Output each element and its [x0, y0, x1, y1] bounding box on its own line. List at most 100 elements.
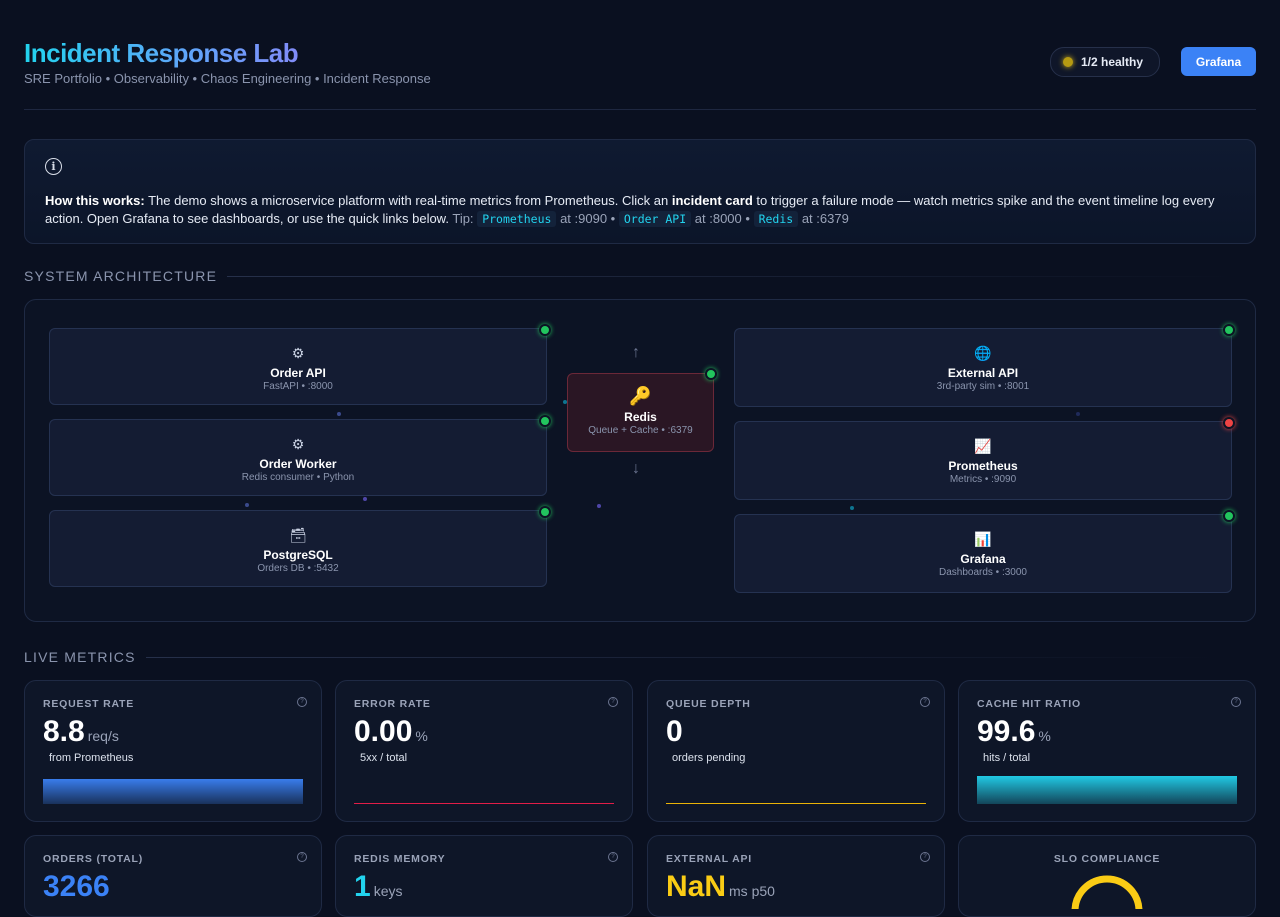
status-dot-grafana — [1223, 510, 1235, 522]
metric-label: REQUEST RATE — [43, 698, 135, 710]
node-name: Redis — [624, 410, 657, 424]
node-external-api[interactable]: 🌐 External API 3rd-party sim • :8001 — [734, 328, 1232, 407]
metric-number: NaN — [666, 870, 727, 903]
metric-card-redis-memory: REDIS MEMORY ? 1 keys — [335, 835, 633, 917]
gear-icon: ⚙ — [291, 346, 305, 362]
particle — [245, 503, 249, 507]
redis-link[interactable]: Redis — [753, 211, 799, 227]
metric-description: 5xx / total — [360, 752, 408, 764]
metric-unit: keys — [373, 883, 403, 899]
slo-gauge — [1071, 875, 1143, 909]
prometheus-port: at :9090 • — [560, 211, 616, 226]
metric-number: 1 — [354, 870, 371, 903]
help-icon[interactable]: ? — [297, 697, 307, 707]
info-tip: Tip: — [452, 211, 474, 226]
node-order-api[interactable]: ⚙ Order API FastAPI • :8000 — [49, 328, 547, 405]
metrics-heading-label: LIVE METRICS — [24, 649, 136, 665]
info-text: How this works: The demo shows a microse… — [45, 192, 1230, 228]
help-icon[interactable]: ? — [920, 697, 930, 707]
metric-card-cache-hit-ratio: CACHE HIT RATIO ? 99.6% hits / total — [958, 680, 1256, 822]
redis-port: at :6379 — [801, 211, 849, 226]
node-prometheus[interactable]: 📈 Prometheus Metrics • :9090 — [734, 421, 1232, 500]
key-icon: 🔑 — [629, 386, 652, 406]
particle — [597, 504, 601, 508]
metric-number: 8.8 — [43, 715, 85, 748]
status-dot-redis — [705, 368, 717, 380]
node-grafana[interactable]: 📊 Grafana Dashboards • :3000 — [734, 514, 1232, 593]
health-status-dot-icon — [1062, 57, 1073, 67]
metric-label: EXTERNAL API — [666, 853, 753, 865]
node-subtitle: 3rd-party sim • :8001 — [936, 381, 1030, 392]
metric-bar — [666, 776, 926, 804]
node-postgresql[interactable]: 🗃 PostgreSQL Orders DB • :5432 — [49, 510, 547, 587]
help-icon[interactable]: ? — [608, 697, 618, 707]
node-subtitle: Orders DB • :5432 — [257, 563, 339, 574]
metric-card-queue-depth: QUEUE DEPTH ? 0 orders pending — [647, 680, 945, 822]
metric-unit: % — [1038, 728, 1051, 744]
metric-description: hits / total — [983, 752, 1031, 764]
info-lead: How this works: — [45, 193, 145, 208]
chart-up-icon: 📈 — [974, 439, 992, 455]
status-dot-prometheus — [1223, 417, 1235, 429]
metric-bar-fill — [666, 803, 926, 804]
metric-value: 99.6% — [977, 715, 1051, 749]
globe-icon: 🌐 — [974, 346, 992, 362]
metric-label: QUEUE DEPTH — [666, 698, 751, 710]
order-api-link[interactable]: Order API — [618, 211, 692, 227]
metric-unit: ms p50 — [729, 883, 775, 899]
health-status-badge[interactable]: 1/2 healthy — [1049, 47, 1160, 77]
slo-gauge-ring — [1071, 875, 1143, 909]
architecture-heading: SYSTEM ARCHITECTURE — [24, 268, 1256, 284]
grafana-button[interactable]: Grafana — [1181, 47, 1256, 76]
status-dot-external-api — [1223, 324, 1235, 336]
particle — [1076, 412, 1080, 416]
metric-bar-fill — [977, 776, 1237, 804]
metric-card-request-rate: REQUEST RATE ? 8.8 req/s from Prometheus — [24, 680, 322, 822]
node-name: External API — [947, 366, 1019, 380]
help-icon[interactable]: ? — [608, 852, 618, 862]
node-subtitle: Metrics • :9090 — [949, 474, 1017, 485]
particle — [363, 497, 367, 501]
metrics-heading-line — [145, 656, 1226, 658]
node-subtitle: Dashboards • :3000 — [938, 567, 1027, 578]
metric-number: 0.00 — [354, 715, 413, 748]
metrics-heading: LIVE METRICS — [24, 649, 1256, 665]
metric-card-orders-total: ORDERS (TOTAL) ? 3266 — [24, 835, 322, 917]
node-order-worker[interactable]: ⚙ Order Worker Redis consumer • Python — [49, 419, 547, 496]
metric-value: 1 keys — [354, 870, 402, 904]
metric-value: 3266 — [43, 870, 110, 904]
node-name: Prometheus — [948, 459, 1018, 473]
metric-label: REDIS MEMORY — [354, 853, 446, 865]
page-title: Incident Response Lab — [24, 38, 299, 68]
metric-value: NaN ms p50 — [666, 870, 775, 904]
help-icon[interactable]: ? — [1231, 697, 1241, 707]
header-divider — [24, 109, 1256, 110]
metric-value: 0 — [666, 715, 686, 749]
metric-label: CACHE HIT RATIO — [977, 698, 1081, 710]
metric-description: orders pending — [672, 752, 746, 764]
status-dot-order-api — [539, 324, 551, 336]
node-name: Order Worker — [259, 457, 337, 471]
arrow-down-icon: ↓ — [632, 460, 640, 477]
order-api-port: at :8000 • — [694, 211, 750, 226]
prometheus-link[interactable]: Prometheus — [477, 211, 557, 227]
metric-card-external-api: EXTERNAL API ? NaN ms p50 — [647, 835, 945, 917]
metric-card-slo-compliance: SLO COMPLIANCE — [958, 835, 1256, 917]
metric-bar — [977, 776, 1237, 804]
info-icon: i — [45, 158, 62, 175]
node-redis[interactable]: 🔑 Redis Queue + Cache • :6379 — [567, 373, 714, 452]
metric-bar-fill — [354, 803, 614, 804]
metric-label: ORDERS (TOTAL) — [43, 853, 144, 865]
help-icon[interactable]: ? — [920, 852, 930, 862]
metric-unit: % — [415, 728, 428, 744]
metric-number: 99.6 — [977, 715, 1036, 748]
metric-number: 3266 — [43, 870, 110, 903]
gear-icon: ⚙ — [291, 437, 305, 453]
help-icon[interactable]: ? — [297, 852, 307, 862]
header: Incident Response Lab SRE Portfolio • Ob… — [24, 38, 1256, 98]
info-panel: i How this works: The demo shows a micro… — [24, 139, 1256, 244]
status-dot-postgresql — [539, 506, 551, 518]
metric-bar — [43, 776, 303, 804]
page-subtitle: SRE Portfolio • Observability • Chaos En… — [24, 71, 431, 86]
metric-bar — [354, 776, 614, 804]
